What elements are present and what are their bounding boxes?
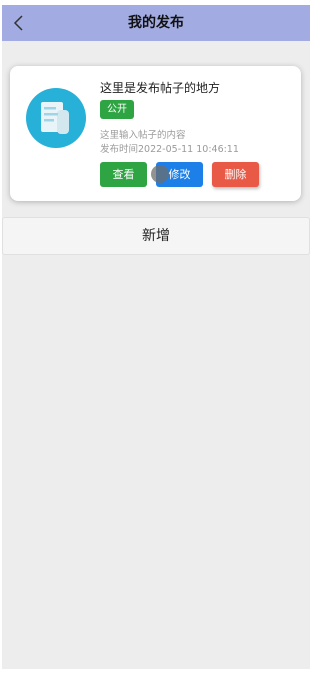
app-screen: 我的发布 这里是发布帖子的地方 公开 这里输入帖子的内容 发布时间2022-05… [2,5,310,669]
post-avatar [26,88,86,148]
page-title: 我的发布 [128,15,184,31]
post-card: 这里是发布帖子的地方 公开 这里输入帖子的内容 发布时间2022-05-11 1… [10,66,301,201]
add-post-button[interactable]: 新增 [2,217,310,255]
delete-button[interactable]: 删除 [212,162,259,187]
post-content: 这里输入帖子的内容 [100,130,186,141]
document-icon [41,102,69,134]
view-button[interactable]: 查看 [100,162,147,187]
touch-indicator [151,165,169,183]
post-title: 这里是发布帖子的地方 [100,81,221,95]
status-badge: 公开 [100,100,134,119]
post-timestamp: 发布时间2022-05-11 10:46:11 [100,144,239,155]
navbar: 我的发布 [2,5,310,41]
